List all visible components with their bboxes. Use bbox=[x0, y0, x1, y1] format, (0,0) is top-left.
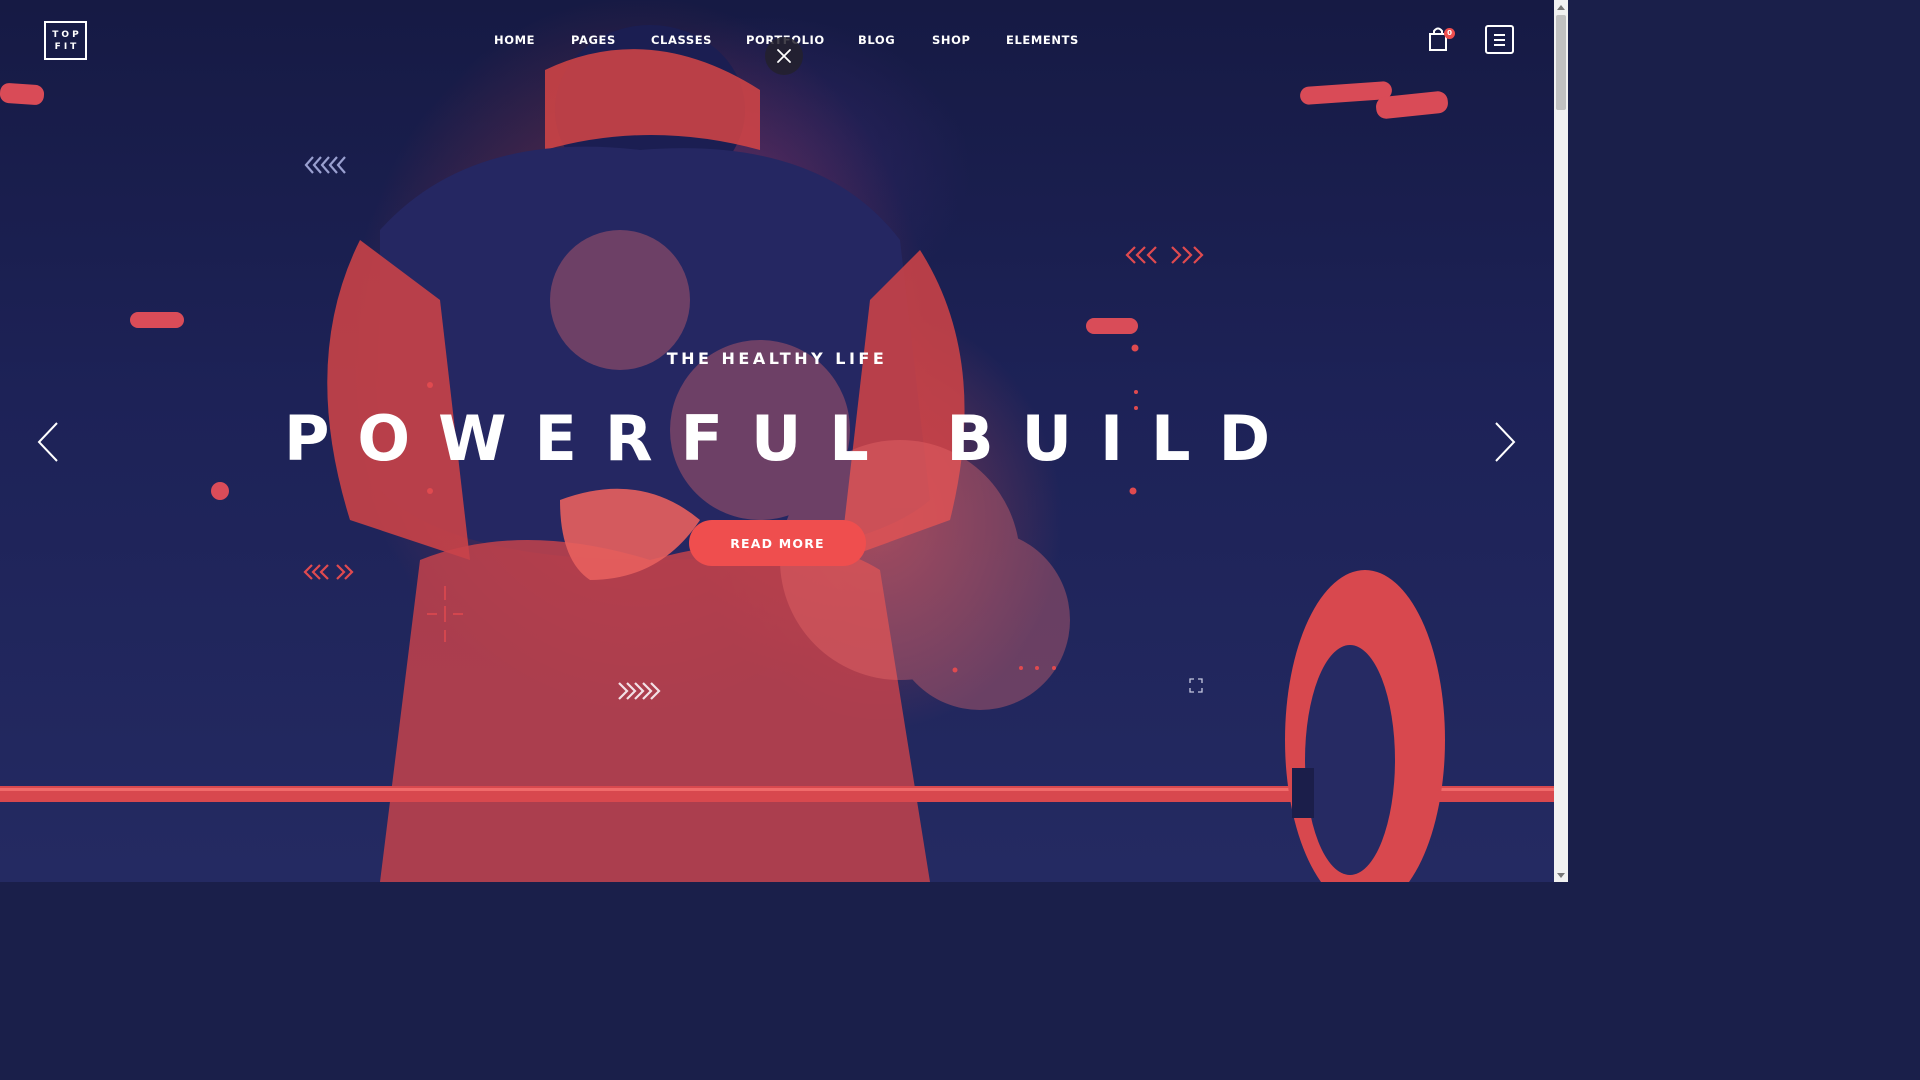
cart-button[interactable]: 0 bbox=[1427, 26, 1457, 54]
cart-count-badge: 0 bbox=[1444, 28, 1455, 39]
chevron-right-icon bbox=[1495, 422, 1516, 462]
nav-item-pages[interactable]: PAGES bbox=[571, 33, 616, 47]
nav-item-shop[interactable]: SHOP bbox=[932, 33, 971, 47]
slide-title: POWERFUL BUILD bbox=[283, 402, 1299, 475]
side-menu-button[interactable] bbox=[1485, 25, 1514, 54]
slider-next-button[interactable] bbox=[1492, 420, 1518, 464]
page-scrollbar[interactable] bbox=[1554, 0, 1568, 882]
nav-item-classes[interactable]: CLASSES bbox=[651, 33, 712, 47]
scroll-down-button[interactable] bbox=[1554, 868, 1568, 882]
slider-prev-button[interactable] bbox=[35, 420, 61, 464]
read-more-button[interactable]: READ MORE bbox=[689, 520, 866, 566]
slide-subtitle: THE HEALTHY LIFE bbox=[666, 349, 888, 368]
nav-item-blog[interactable]: BLOG bbox=[858, 33, 895, 47]
close-icon bbox=[777, 49, 791, 63]
decorative-frame-corners bbox=[1189, 678, 1203, 693]
triangle-down-icon bbox=[1557, 872, 1565, 878]
hero-slider: TOP FIT HOME PAGES CLASSES PORTFOLIO BLO… bbox=[0, 0, 1554, 882]
chevron-left-icon bbox=[37, 422, 58, 462]
triangle-up-icon bbox=[1557, 4, 1565, 10]
nav-item-home[interactable]: HOME bbox=[494, 33, 535, 47]
scroll-thumb[interactable] bbox=[1556, 15, 1566, 110]
close-button[interactable] bbox=[765, 37, 803, 75]
hamburger-menu-icon bbox=[1494, 33, 1505, 36]
scroll-up-button[interactable] bbox=[1554, 0, 1568, 14]
nav-item-elements[interactable]: ELEMENTS bbox=[1006, 33, 1079, 47]
